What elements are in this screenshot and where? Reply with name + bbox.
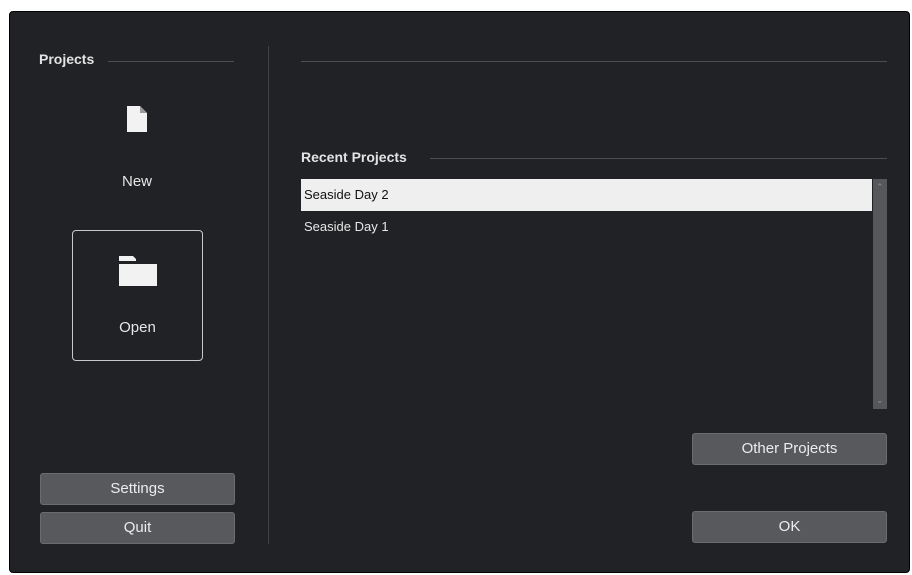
quit-button[interactable]: Quit: [40, 512, 235, 544]
projects-title-divider: [108, 61, 234, 62]
recent-projects-title: Recent Projects: [301, 149, 407, 165]
open-project-label: Open: [119, 319, 156, 336]
recent-project-item[interactable]: Seaside Day 1: [301, 211, 872, 243]
other-projects-button[interactable]: Other Projects: [692, 433, 887, 465]
recent-title-divider: [430, 158, 887, 159]
recent-projects-list[interactable]: Seaside Day 2 Seaside Day 1 ⌃ ⌄: [301, 179, 887, 409]
project-hub-dialog: Projects New Open Settings Quit Recent P…: [9, 11, 910, 573]
new-project-label: New: [121, 173, 152, 190]
recent-project-item[interactable]: Seaside Day 2: [301, 179, 872, 211]
list-scrollbar[interactable]: ⌃ ⌄: [873, 179, 887, 409]
scroll-down-icon[interactable]: ⌄: [876, 395, 884, 406]
vertical-divider: [268, 46, 269, 544]
ok-button[interactable]: OK: [692, 511, 887, 543]
projects-section-title: Projects: [39, 51, 95, 67]
top-divider: [301, 61, 887, 62]
folder-icon: [119, 256, 157, 286]
scroll-up-icon[interactable]: ⌃: [876, 182, 884, 193]
open-project-tile[interactable]: Open: [72, 230, 203, 361]
recent-project-name: Seaside Day 1: [304, 219, 389, 234]
new-project-tile[interactable]: New: [72, 98, 202, 198]
settings-button[interactable]: Settings: [40, 473, 235, 505]
document-icon: [127, 106, 147, 132]
recent-project-name: Seaside Day 2: [304, 187, 389, 202]
